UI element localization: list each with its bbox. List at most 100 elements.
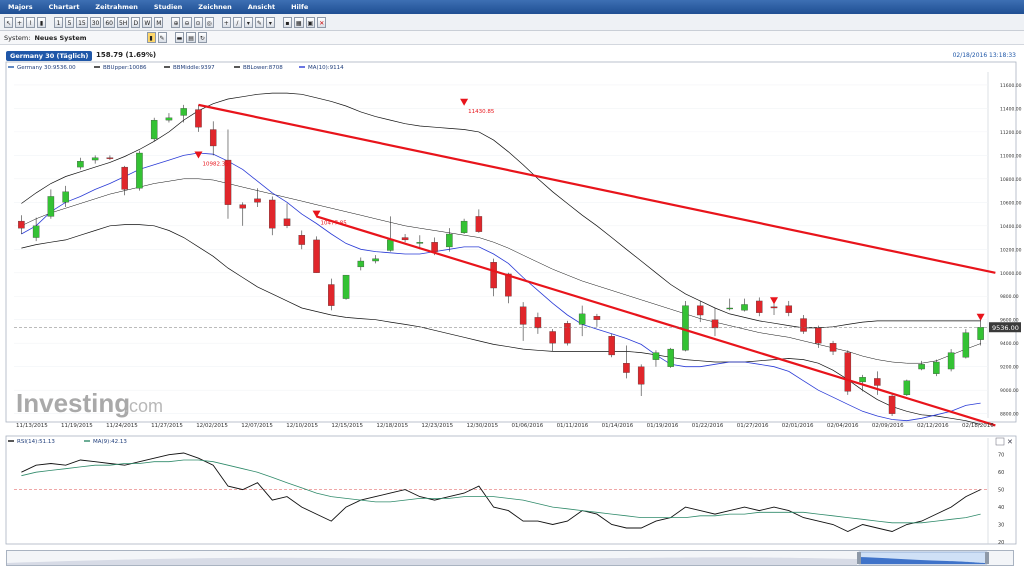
x-tick-label: 01/14/2016 [602,423,634,429]
y-tick-label: 8800.00 [1000,412,1019,418]
candle-body [401,237,409,241]
x-tick-label: 12/23/2015 [421,423,453,429]
candle-body [121,166,128,190]
candle-body [785,305,793,313]
y-tick-label: 9800.00 [1000,294,1019,300]
candle-body [416,242,424,244]
candle-body [874,378,881,386]
candle-body [667,348,674,367]
candle-body [298,235,306,245]
rsi-tick-label: 40 [998,505,1004,511]
rsi-legend-label: MA(9):42.13 [93,439,127,445]
y-tick-label: 11600.00 [1000,83,1022,89]
legend-label: BBLower:8708 [243,65,283,71]
candle-body [475,216,483,232]
y-tick-label: 11400.00 [1000,106,1022,112]
watermark-brand: Investing [16,388,130,418]
candle-body [888,395,896,414]
rsi-panel-frame [5,435,1017,545]
candle-body [490,262,497,289]
candle-body [534,317,542,329]
candle-body [711,319,719,329]
candle-body [741,304,748,311]
time-scroller[interactable] [6,550,1014,566]
candle-body [549,331,556,344]
candle-body [47,196,55,217]
candle-body [829,343,837,352]
candle-body [519,306,527,325]
annotation-label: 10982.35 [202,161,229,167]
candle-body [844,352,852,392]
candle-body [578,313,586,325]
rsi-tick-label: 20 [998,540,1004,546]
scroller-overview [7,551,989,565]
candle-body [637,366,645,385]
candle-body [962,332,970,358]
x-tick-label: 02/01/2016 [782,423,814,429]
x-tick-label: 12/07/2015 [241,423,273,429]
annotation-label: 10477.85 [321,221,348,227]
x-tick-label: 11/24/2015 [106,423,138,429]
y-tick-label: 11000.00 [1000,153,1022,159]
candle-body [859,377,866,383]
candle-body [696,305,704,316]
x-tick-label: 01/06/2016 [512,423,544,429]
y-tick-label: 10000.00 [1000,271,1022,277]
candle-body [239,204,246,209]
close-panel-icon: ✕ [1007,438,1013,446]
candle-body [77,161,84,168]
x-tick-label: 02/12/2016 [917,423,949,429]
y-tick-label: 10600.00 [1000,200,1022,206]
rsi-tick-label: 30 [998,523,1004,529]
rsi-tick-label: 60 [998,470,1004,476]
candle-body [165,117,173,121]
candle-body [18,220,25,229]
candle-body [313,239,320,273]
y-tick-label: 9600.00 [1000,318,1019,324]
scroller-handle-left [857,552,861,564]
scroller-handle-right [985,552,989,564]
candle-body [800,318,807,332]
x-tick-label: 01/22/2016 [692,423,724,429]
candle-body [209,129,217,147]
candle-body [756,300,763,313]
y-tick-label: 10200.00 [1000,247,1022,253]
candle-body [106,157,114,159]
x-tick-label: 12/18/2015 [376,423,408,429]
candle-body [726,307,733,310]
x-tick-label: 11/19/2015 [61,423,93,429]
candle-body [328,284,335,306]
x-tick-label: 01/27/2016 [737,423,769,429]
candle-body [446,233,453,248]
candle-body [62,191,69,203]
candle-body [903,380,911,396]
candle-body [460,220,468,233]
x-tick-label: 01/19/2016 [647,423,679,429]
y-tick-label: 9400.00 [1000,341,1019,347]
x-tick-label: 12/30/2015 [466,423,498,429]
rsi-legend-label: RSI(14):51.13 [17,439,55,445]
x-tick-label: 01/11/2016 [557,423,589,429]
candle-body [623,363,630,373]
y-tick-label: 10400.00 [1000,224,1022,230]
x-tick-label: 11/13/2015 [16,423,48,429]
candle-body [431,242,438,252]
candle-body [608,336,615,356]
x-tick-label: 12/02/2015 [196,423,228,429]
candle-body [195,109,202,128]
y-tick-label: 10800.00 [1000,177,1022,183]
candle-body [933,361,940,374]
candle-body [564,323,571,344]
x-tick-label: 12/10/2015 [286,423,318,429]
candle-body [918,364,925,370]
legend-label: Germany 30:9536.00 [17,65,76,71]
x-tick-label: 02/04/2016 [827,423,859,429]
candle-body [652,352,660,360]
rsi-tick-label: 70 [998,453,1004,459]
candle-body [269,199,276,229]
candle-body [283,218,291,226]
current-price-label: 9536.00 [992,324,1019,332]
candle-body [372,258,379,262]
price-chart[interactable]: Investing.com 10982.35 10477.85 11430.85 9… [0,0,1024,576]
rsi-tick-label: 50 [998,488,1004,494]
